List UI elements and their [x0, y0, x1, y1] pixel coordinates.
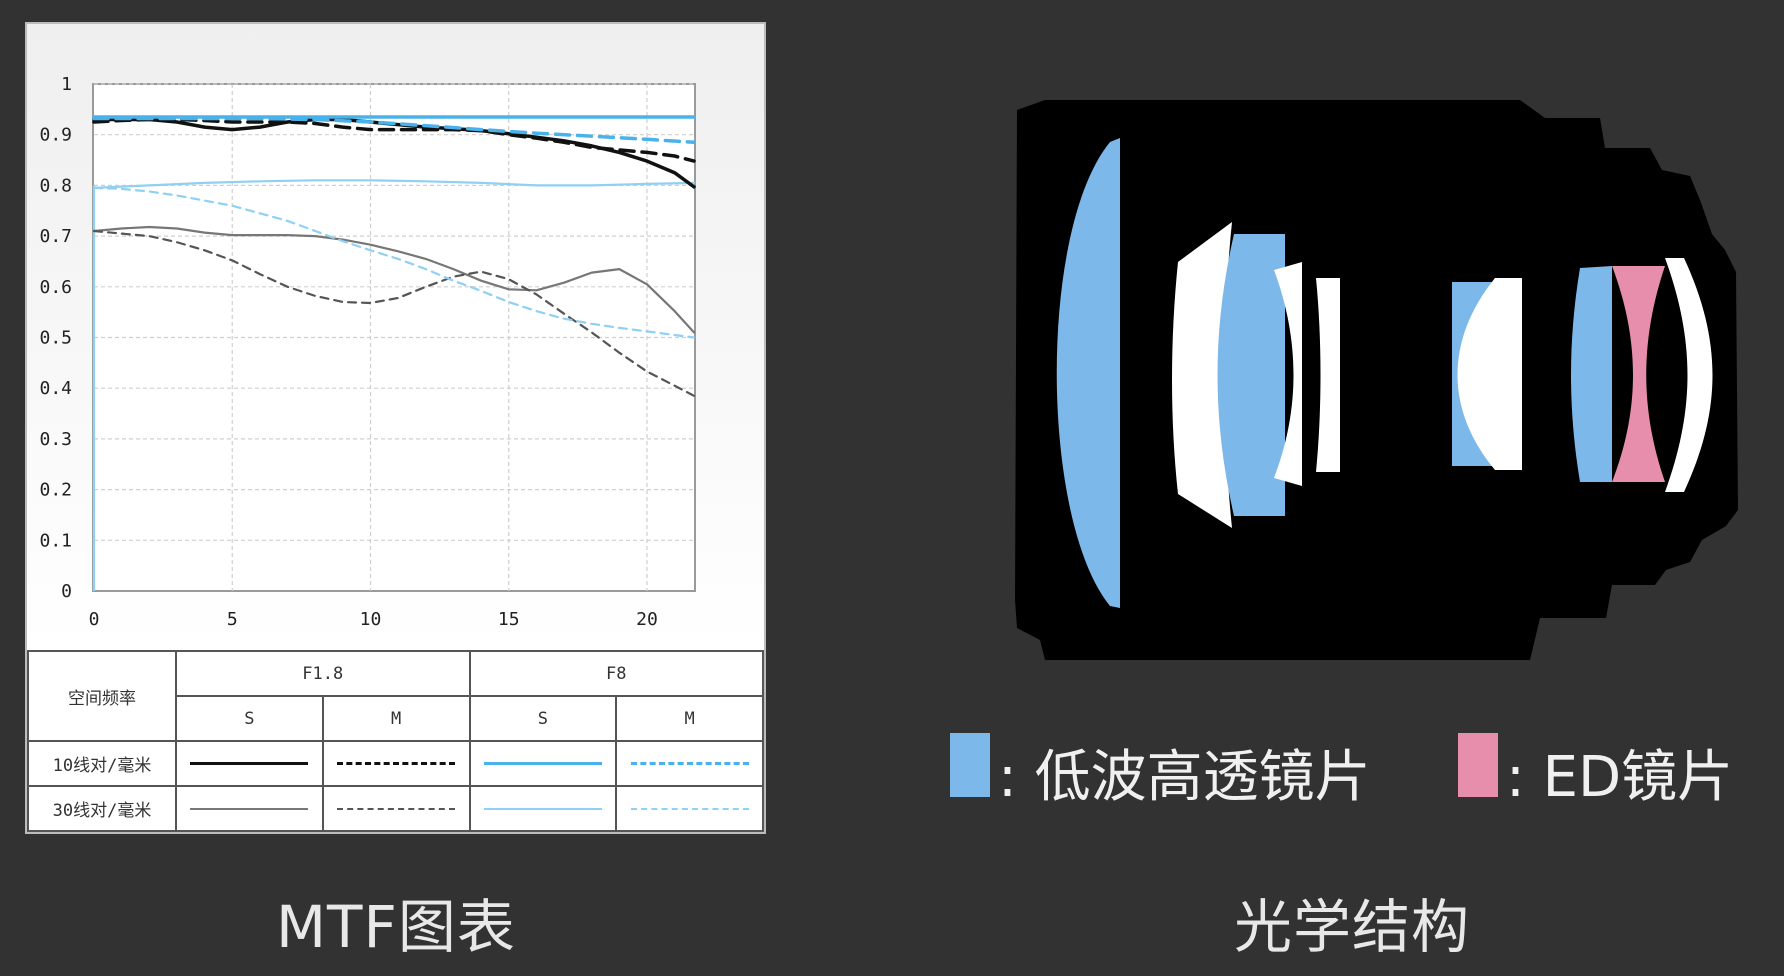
- legend-swatch: [190, 807, 309, 810]
- y-tick-label: 0.9: [39, 125, 72, 146]
- y-tick-label: 0.3: [39, 429, 72, 450]
- legend-cell: [321, 785, 471, 832]
- x-tick-label: 5: [227, 609, 238, 630]
- lens-element-white: [1457, 278, 1522, 470]
- legend-swatch: [337, 762, 456, 765]
- orient-header: M: [615, 695, 764, 742]
- y-tick-label: 0.4: [39, 378, 72, 399]
- legend-cell: [615, 740, 764, 787]
- lens-element-blue: [1571, 266, 1612, 482]
- low-wave-key-label: : 低波高透镜片: [998, 745, 1371, 810]
- orient-header: S: [175, 695, 324, 742]
- legend-swatch: [337, 807, 456, 810]
- mtf-chart-card: 0 0.1 0.2 0.3 0.4 0.5 0.6 0.7 0.8 0.9 1 0 5 10 15 20 空间…: [25, 22, 766, 834]
- y-tick-label: 0.6: [39, 277, 72, 298]
- legend-cell: [468, 740, 618, 787]
- legend-swatch: [630, 807, 749, 810]
- ed-key-swatch: [1458, 733, 1498, 797]
- aperture-header-f8: F8: [468, 650, 764, 697]
- y-tick-label: 0.2: [39, 480, 72, 501]
- legend-cell: [615, 785, 764, 832]
- legend-swatch: [190, 762, 309, 765]
- x-tick-label: 15: [498, 609, 520, 630]
- row-label-10lp: 10线对/毫米: [27, 740, 177, 787]
- lens-element-white: [1172, 222, 1232, 528]
- legend-swatch: [630, 762, 749, 765]
- corner-header: 空间频率: [27, 650, 177, 742]
- optics-caption: 光学结构: [1234, 893, 1471, 961]
- ed-key-label: : ED镜片: [1506, 745, 1734, 810]
- lens-element-blue: [1452, 282, 1495, 466]
- mtf-caption: MTF图表: [276, 893, 516, 961]
- low-wave-key-swatch: [950, 733, 990, 797]
- orient-header: S: [468, 695, 618, 742]
- y-tick-label: 0.7: [39, 226, 72, 247]
- y-tick-label: 0: [61, 581, 72, 602]
- lens-barrel: [1015, 100, 1738, 660]
- legend-cell: [321, 740, 471, 787]
- lens-element-white: [1316, 278, 1340, 472]
- x-tick-label: 20: [636, 609, 658, 630]
- lens-element-pink: [1612, 266, 1665, 482]
- lens-element-white: [1665, 258, 1713, 492]
- x-tick-label: 0: [89, 609, 100, 630]
- lens-element-white: [1274, 262, 1302, 486]
- y-tick-label: 1: [61, 74, 72, 95]
- x-tick-label: 10: [360, 609, 382, 630]
- aperture-header-f18: F1.8: [175, 650, 471, 697]
- y-tick-label: 0.8: [39, 175, 72, 196]
- legend-swatch: [483, 762, 602, 765]
- legend-cell: [468, 785, 618, 832]
- lens-element-blue: [1217, 234, 1285, 516]
- legend-swatch: [483, 807, 602, 810]
- orient-header: M: [321, 695, 471, 742]
- row-label-30lp: 30线对/毫米: [27, 785, 177, 832]
- mtf-chart: 00.10.20.30.40.50.60.70.80.910 5 10 15 20: [27, 24, 764, 650]
- legend-cell: [175, 740, 324, 787]
- legend-cell: [175, 785, 324, 832]
- lens-element-blue: [1056, 138, 1120, 608]
- y-tick-label: 0.5: [39, 328, 72, 349]
- mtf-legend-table: 空间频率 F1.8 F8 S M S M 10线对/毫米 30线对/毫米: [27, 650, 764, 832]
- y-tick-label: 0.1: [39, 530, 72, 551]
